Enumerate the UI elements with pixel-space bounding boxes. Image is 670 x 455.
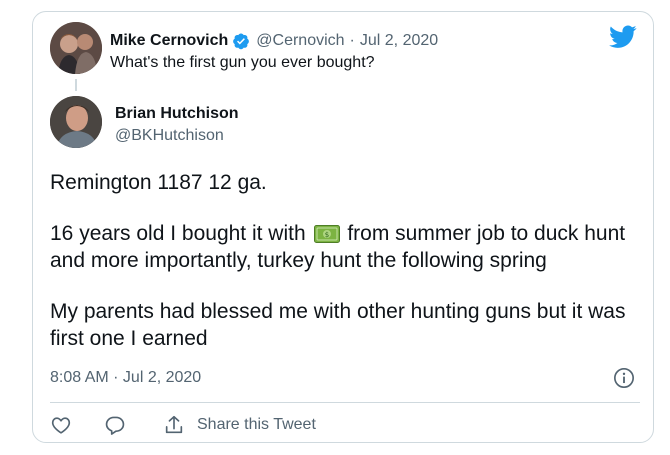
twitter-bird-icon[interactable] (609, 25, 637, 49)
share-icon[interactable] (163, 414, 185, 436)
reply-bubble-icon[interactable] (104, 414, 126, 436)
verified-badge-icon (233, 33, 250, 50)
tweet-text-before-emoji: 16 years old I bought it with (50, 222, 306, 245)
info-icon[interactable] (613, 367, 635, 389)
like-heart-icon[interactable] (50, 414, 72, 436)
tweet-text-line-3: My parents had blessed me with other hun… (50, 300, 626, 350)
parent-author-name[interactable]: Mike Cernovich (110, 32, 228, 50)
tweet-text-line-1: Remington 1187 12 ga. (50, 171, 267, 194)
money-emoji-icon: $ (313, 225, 340, 243)
share-tweet-label[interactable]: Share this Tweet (197, 416, 316, 434)
actions-divider (50, 402, 640, 403)
parent-author-avatar[interactable] (50, 22, 102, 74)
author-avatar-image (50, 96, 102, 148)
embedded-tweet-card[interactable]: Mike Cernovich @Cernovich · Jul 2, 2020 … (32, 11, 654, 443)
header-separator: · (349, 32, 355, 49)
parent-tweet-date[interactable]: Jul 2, 2020 (360, 32, 438, 50)
svg-text:$: $ (324, 231, 328, 239)
tweet-timestamp[interactable]: 8:08 AM · Jul 2, 2020 (50, 369, 201, 387)
author-handle[interactable]: @BKHutchison (115, 127, 224, 145)
parent-author-handle[interactable]: @Cernovich (256, 32, 344, 50)
tweet-text: Remington 1187 12 ga. 16 years old I bou… (50, 169, 640, 352)
thread-connector-line (75, 79, 77, 91)
parent-avatar-image (50, 22, 102, 74)
author-avatar[interactable] (50, 96, 102, 148)
tweet-text-line-2: 16 years old I bought it with $ from sum… (50, 220, 640, 274)
parent-tweet-text: What's the first gun you ever bought? (110, 54, 375, 71)
tweet-actions-bar: Share this Tweet (50, 413, 316, 437)
author-name[interactable]: Brian Hutchison (115, 105, 239, 123)
parent-tweet-header: Mike Cernovich @Cernovich · Jul 2, 2020 (110, 30, 438, 52)
